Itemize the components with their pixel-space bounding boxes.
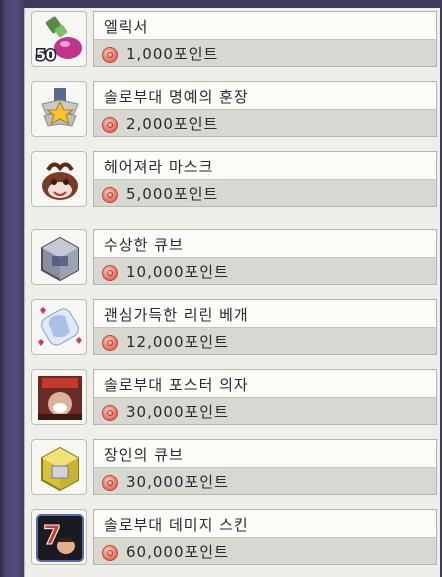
item-name: 엘릭서 <box>104 18 149 36</box>
item-info: 솔로부대 데미지 스킨 60,000포인트 <box>93 509 437 565</box>
point-coin-icon <box>102 405 118 421</box>
point-coin-icon <box>102 47 118 63</box>
item-name: 솔로부대 명예의 훈장 <box>104 88 249 106</box>
elixir-icon: 50 <box>31 11 87 67</box>
item-info: 헤어져라 마스크 5,000포인트 <box>93 151 437 207</box>
price-strip: 5,000포인트 <box>94 179 436 206</box>
item-price: 10,000포인트 <box>126 263 229 281</box>
price-strip: 2,000포인트 <box>94 109 436 136</box>
point-coin-icon <box>102 187 118 203</box>
shop-item-elixir[interactable]: 50 엘릭서 1,000포인트 <box>25 8 441 70</box>
shop-item-poster-chair[interactable]: 솔로부대 포스터 의자 30,000포인트 <box>25 366 441 428</box>
item-info: 장인의 큐브 30,000포인트 <box>93 439 437 495</box>
shop-item-mask[interactable]: 헤어져라 마스크 5,000포인트 <box>25 148 441 210</box>
item-price: 1,000포인트 <box>126 45 219 63</box>
price-strip: 1,000포인트 <box>94 39 436 66</box>
svg-text:50: 50 <box>36 48 56 64</box>
master-cube-icon <box>31 439 87 495</box>
item-price: 5,000포인트 <box>126 185 219 203</box>
price-strip: 12,000포인트 <box>94 327 436 354</box>
item-name: 괜심가득한 리린 베개 <box>104 306 249 324</box>
shop-item-medal[interactable]: 솔로부대 명예의 훈장 2,000포인트 <box>25 78 441 140</box>
item-info: 솔로부대 명예의 훈장 2,000포인트 <box>93 81 437 137</box>
item-name: 헤어져라 마스크 <box>104 158 214 176</box>
item-price: 12,000포인트 <box>126 333 229 351</box>
shop-item-master-cube[interactable]: 장인의 큐브 30,000포인트 <box>25 436 441 498</box>
mask-icon <box>31 151 87 207</box>
point-coin-icon <box>102 335 118 351</box>
point-coin-icon <box>102 265 118 281</box>
shop-item-list[interactable]: 50 엘릭서 1,000포인트 솔로부대 명예의 훈장 2,000포인트 헤어져… <box>24 8 440 577</box>
item-price: 30,000포인트 <box>126 403 229 421</box>
item-name: 장인의 큐브 <box>104 446 184 464</box>
medal-icon <box>31 81 87 137</box>
shop-item-rilin-pillow[interactable]: 괜심가득한 리린 베개 12,000포인트 <box>25 296 441 358</box>
item-name: 솔로부대 포스터 의자 <box>104 376 249 394</box>
item-info: 괜심가득한 리린 베개 12,000포인트 <box>93 299 437 355</box>
item-name: 솔로부대 데미지 스킨 <box>104 516 249 534</box>
item-price: 2,000포인트 <box>126 115 219 133</box>
poster-chair-icon <box>31 369 87 425</box>
point-coin-icon <box>102 475 118 491</box>
item-price: 60,000포인트 <box>126 543 229 561</box>
point-coin-icon <box>102 117 118 133</box>
price-strip: 10,000포인트 <box>94 257 436 284</box>
price-strip: 60,000포인트 <box>94 537 436 564</box>
shop-item-suspicious-cube[interactable]: 수상한 큐브 10,000포인트 <box>25 226 441 288</box>
price-strip: 30,000포인트 <box>94 397 436 424</box>
item-price: 30,000포인트 <box>126 473 229 491</box>
rilin-pillow-icon <box>31 299 87 355</box>
price-strip: 30,000포인트 <box>94 467 436 494</box>
item-name: 수상한 큐브 <box>104 236 184 254</box>
item-info: 수상한 큐브 10,000포인트 <box>93 229 437 285</box>
item-info: 엘릭서 1,000포인트 <box>93 11 437 67</box>
suspicious-cube-icon <box>31 229 87 285</box>
damage-skin-icon: 7 <box>31 509 87 565</box>
item-info: 솔로부대 포스터 의자 30,000포인트 <box>93 369 437 425</box>
point-coin-icon <box>102 545 118 561</box>
shop-item-damage-skin[interactable]: 7 솔로부대 데미지 스킨 60,000포인트 <box>25 506 441 568</box>
